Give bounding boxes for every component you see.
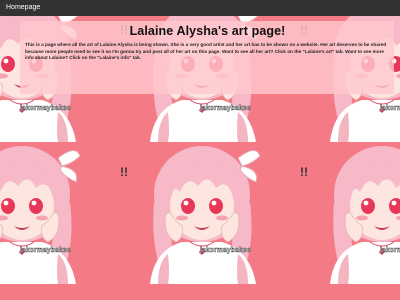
page-title: Lalaine Alysha's art page! xyxy=(129,24,286,38)
svg-text:jakormaybakee: jakormaybakee xyxy=(199,247,251,254)
page-description: This is a page where all the art of Lala… xyxy=(25,42,387,61)
art-tile-4: !! jakormaybakee xyxy=(0,142,110,284)
svg-text:jakormaybakee: jakormaybakee xyxy=(199,105,251,112)
svg-text:jakormaybakee: jakormaybakee xyxy=(19,105,71,112)
nav-link-homepage[interactable]: Homepage xyxy=(6,4,40,11)
svg-text:jakormaybakee: jakormaybakee xyxy=(379,105,400,112)
svg-text:!!: !! xyxy=(120,165,128,179)
svg-text:jakormaybakee: jakormaybakee xyxy=(379,247,400,254)
art-tile-5: !! jakormaybakee xyxy=(110,142,290,284)
art-tile-6: !! jakormaybakee xyxy=(290,142,400,284)
svg-text:jakormaybakee: jakormaybakee xyxy=(19,247,71,254)
top-nav-bar: Homepage xyxy=(0,0,400,16)
intro-panel: Lalaine Alysha's art page! This is a pag… xyxy=(20,21,394,94)
svg-text:!!: !! xyxy=(300,165,308,179)
